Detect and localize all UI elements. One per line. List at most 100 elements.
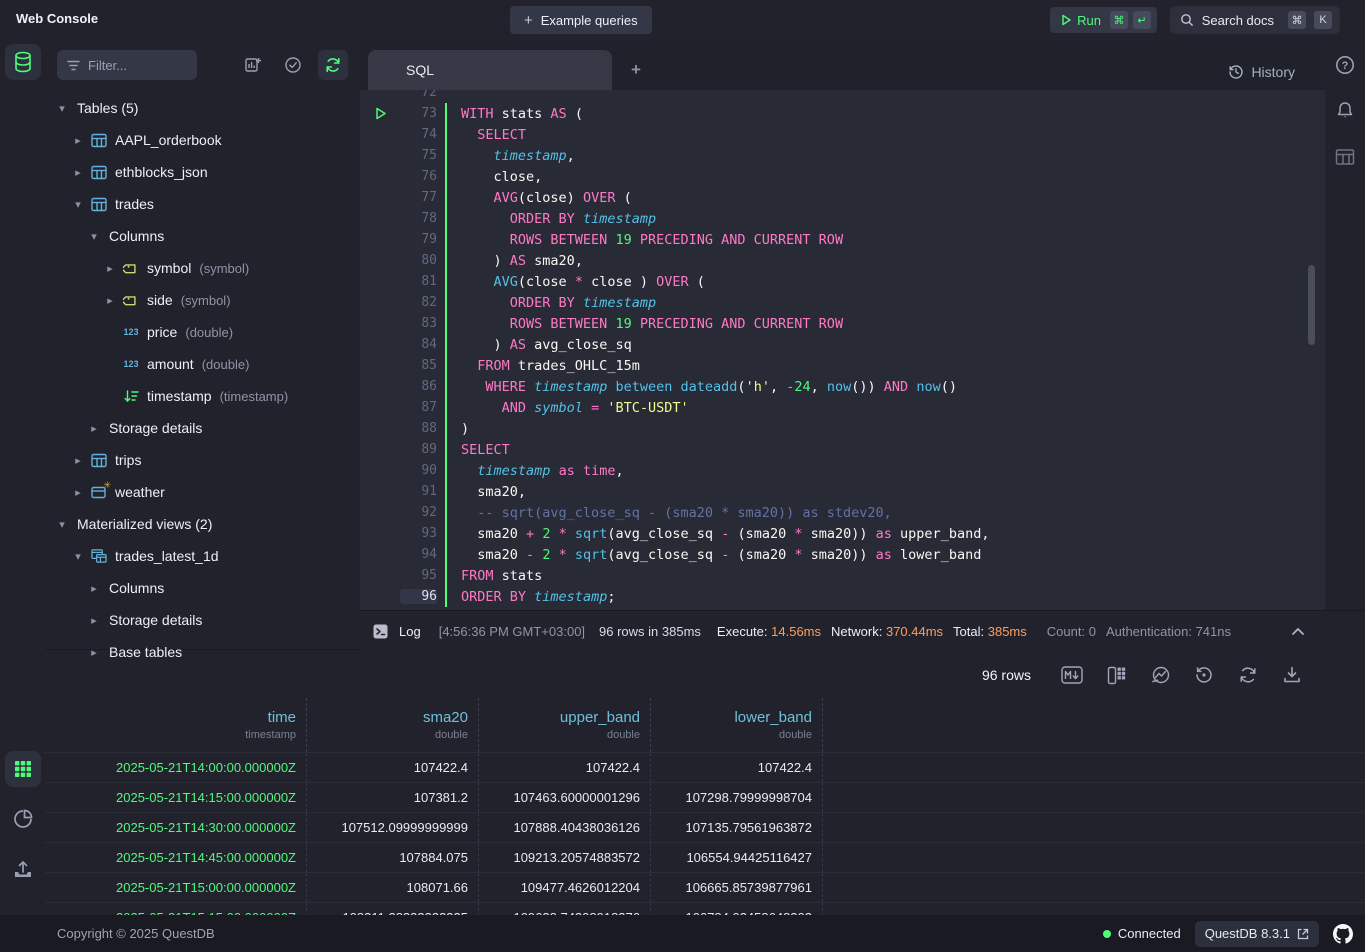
schema-explorer-button[interactable] bbox=[5, 44, 41, 80]
add-metrics-button[interactable] bbox=[238, 50, 268, 80]
import-button[interactable] bbox=[5, 851, 41, 887]
cell-upper_band[interactable]: 107888.40438036126 bbox=[479, 813, 651, 842]
tree-item-columns[interactable]: ▾Columns bbox=[45, 220, 360, 252]
code-line-83[interactable]: 83 ROWS BETWEEN 19 PRECEDING AND CURRENT… bbox=[360, 313, 1325, 334]
cell-sma20[interactable]: 108211.28333333335 bbox=[307, 903, 479, 915]
tree-item-trades-latest-1d[interactable]: ▾trades_latest_1d bbox=[45, 540, 360, 572]
cell-upper_band[interactable]: 109628.74308918376 bbox=[479, 903, 651, 915]
tree-item-side[interactable]: ▸side(symbol) bbox=[45, 284, 360, 316]
cell-sma20[interactable]: 107884.075 bbox=[307, 843, 479, 872]
column-header-time[interactable]: timetimestamp bbox=[45, 698, 307, 752]
column-header-lower_band[interactable]: lower_banddouble bbox=[651, 698, 823, 752]
download-csv-button[interactable] bbox=[1281, 664, 1303, 686]
grid-view-button[interactable] bbox=[5, 751, 41, 787]
help-button[interactable]: ? bbox=[1332, 52, 1358, 78]
panel-toggle-button[interactable] bbox=[1332, 144, 1358, 170]
code-line-93[interactable]: 93 sma20 + 2 * sqrt(avg_close_sq - (sma2… bbox=[360, 523, 1325, 544]
chevron-right-icon[interactable]: ▸ bbox=[71, 166, 85, 179]
filter-input[interactable]: Filter... bbox=[57, 50, 197, 80]
chevron-right-icon[interactable]: ▸ bbox=[103, 262, 117, 275]
cell-lower_band[interactable]: 107422.4 bbox=[651, 753, 823, 782]
table-row[interactable]: 2025-05-21T15:00:00.000000Z108071.661094… bbox=[45, 872, 1365, 902]
tree-item-tables-5-[interactable]: ▾Tables (5) bbox=[45, 92, 360, 124]
code-line-78[interactable]: 78 ORDER BY timestamp bbox=[360, 208, 1325, 229]
cell-sma20[interactable]: 108071.66 bbox=[307, 873, 479, 902]
chevron-right-icon[interactable]: ▸ bbox=[87, 614, 101, 627]
chevron-down-icon[interactable]: ▾ bbox=[55, 102, 69, 115]
tree-item-storage-details[interactable]: ▸Storage details bbox=[45, 604, 360, 636]
tree-item-timestamp[interactable]: timestamp(timestamp) bbox=[45, 380, 360, 412]
cell-lower_band[interactable]: 106554.94425116427 bbox=[651, 843, 823, 872]
chevron-down-icon[interactable]: ▾ bbox=[71, 550, 85, 563]
code-line-88[interactable]: 88) bbox=[360, 418, 1325, 439]
code-line-95[interactable]: 95FROM stats bbox=[360, 565, 1325, 586]
column-header-sma20[interactable]: sma20double bbox=[307, 698, 479, 752]
chevron-down-icon[interactable]: ▾ bbox=[71, 198, 85, 211]
cell-lower_band[interactable]: 107298.79999998704 bbox=[651, 783, 823, 812]
cell-sma20[interactable]: 107422.4 bbox=[307, 753, 479, 782]
code-line-80[interactable]: 80 ) AS sma20, bbox=[360, 250, 1325, 271]
table-row[interactable]: 2025-05-21T14:30:00.000000Z107512.099999… bbox=[45, 812, 1365, 842]
chevron-right-icon[interactable]: ▸ bbox=[71, 486, 85, 499]
cell-sma20[interactable]: 107512.09999999999 bbox=[307, 813, 479, 842]
cell-upper_band[interactable]: 107422.4 bbox=[479, 753, 651, 782]
tree-item-materialized-views-2-[interactable]: ▾Materialized views (2) bbox=[45, 508, 360, 540]
code-line-73[interactable]: 73WITH stats AS ( bbox=[360, 103, 1325, 124]
code-line-76[interactable]: 76 close, bbox=[360, 166, 1325, 187]
column-header-upper_band[interactable]: upper_banddouble bbox=[479, 698, 651, 752]
new-tab-button[interactable]: + bbox=[624, 58, 648, 82]
chevron-down-icon[interactable]: ▾ bbox=[55, 518, 69, 531]
cell-lower_band[interactable]: 107135.79561963872 bbox=[651, 813, 823, 842]
code-line-81[interactable]: 81 AVG(close * close ) OVER ( bbox=[360, 271, 1325, 292]
code-line-82[interactable]: 82 ORDER BY timestamp bbox=[360, 292, 1325, 313]
chevron-right-icon[interactable]: ▸ bbox=[103, 294, 117, 307]
chevron-right-icon[interactable]: ▸ bbox=[71, 134, 85, 147]
cell-time[interactable]: 2025-05-21T14:45:00.000000Z bbox=[45, 843, 307, 872]
tree-item-ethblocks-json[interactable]: ▸ethblocks_json bbox=[45, 156, 360, 188]
code-line-96[interactable]: 96ORDER BY timestamp; bbox=[360, 586, 1325, 607]
markdown-copy-button[interactable] bbox=[1061, 664, 1083, 686]
code-line-84[interactable]: 84 ) AS avg_close_sq bbox=[360, 334, 1325, 355]
notifications-button[interactable] bbox=[1332, 98, 1358, 124]
example-queries-button[interactable]: + Example queries bbox=[510, 6, 652, 34]
cell-time[interactable]: 2025-05-21T14:15:00.000000Z bbox=[45, 783, 307, 812]
code-line-72[interactable]: 72 bbox=[360, 90, 1325, 103]
code-line-87[interactable]: 87 AND symbol = 'BTC-USDT' bbox=[360, 397, 1325, 418]
code-line-74[interactable]: 74 SELECT bbox=[360, 124, 1325, 145]
cell-time[interactable]: 2025-05-21T15:00:00.000000Z bbox=[45, 873, 307, 902]
chevron-right-icon[interactable]: ▸ bbox=[87, 582, 101, 595]
chart-button[interactable] bbox=[1149, 664, 1171, 686]
cell-upper_band[interactable]: 109477.4626012204 bbox=[479, 873, 651, 902]
tree-item-trips[interactable]: ▸trips bbox=[45, 444, 360, 476]
code-line-90[interactable]: 90 timestamp as time, bbox=[360, 460, 1325, 481]
cell-lower_band[interactable]: 106784.02458648202 bbox=[651, 903, 823, 915]
table-row[interactable]: 2025-05-21T15:15:00.000000Z108211.283333… bbox=[45, 902, 1365, 915]
cell-sma20[interactable]: 107381.2 bbox=[307, 783, 479, 812]
tree-item-storage-details[interactable]: ▸Storage details bbox=[45, 412, 360, 444]
cell-lower_band[interactable]: 106665.85739877961 bbox=[651, 873, 823, 902]
refresh-results-button[interactable] bbox=[1237, 664, 1259, 686]
run-query-glyph-icon[interactable] bbox=[360, 107, 400, 120]
code-line-94[interactable]: 94 sma20 - 2 * sqrt(avg_close_sq - (sma2… bbox=[360, 544, 1325, 565]
rerun-query-button[interactable] bbox=[1193, 664, 1215, 686]
cell-upper_band[interactable]: 107463.60000001296 bbox=[479, 783, 651, 812]
version-link[interactable]: QuestDB 8.3.1 bbox=[1195, 921, 1319, 947]
log-label[interactable]: Log bbox=[399, 624, 421, 639]
tree-item-symbol[interactable]: ▸symbol(symbol) bbox=[45, 252, 360, 284]
table-row[interactable]: 2025-05-21T14:00:00.000000Z107422.410742… bbox=[45, 752, 1365, 782]
code-line-86[interactable]: 86 WHERE timestamp between dateadd('h', … bbox=[360, 376, 1325, 397]
table-row[interactable]: 2025-05-21T14:45:00.000000Z107884.075109… bbox=[45, 842, 1365, 872]
code-line-92[interactable]: 92 -- sqrt(avg_close_sq - (sma20 * sma20… bbox=[360, 502, 1325, 523]
tree-item-trades[interactable]: ▾trades bbox=[45, 188, 360, 220]
chart-view-button[interactable] bbox=[5, 801, 41, 837]
cell-time[interactable]: 2025-05-21T14:30:00.000000Z bbox=[45, 813, 307, 842]
chevron-right-icon[interactable]: ▸ bbox=[87, 422, 101, 435]
code-line-79[interactable]: 79 ROWS BETWEEN 19 PRECEDING AND CURRENT… bbox=[360, 229, 1325, 250]
code-line-77[interactable]: 77 AVG(close) OVER ( bbox=[360, 187, 1325, 208]
tree-item-amount[interactable]: 123amount(double) bbox=[45, 348, 360, 380]
code-line-85[interactable]: 85 FROM trades_OHLC_15m bbox=[360, 355, 1325, 376]
cell-time[interactable]: 2025-05-21T14:00:00.000000Z bbox=[45, 753, 307, 782]
search-docs-button[interactable]: Search docs ⌘ K bbox=[1170, 6, 1340, 34]
cell-upper_band[interactable]: 109213.20574883572 bbox=[479, 843, 651, 872]
tree-item-price[interactable]: 123price(double) bbox=[45, 316, 360, 348]
